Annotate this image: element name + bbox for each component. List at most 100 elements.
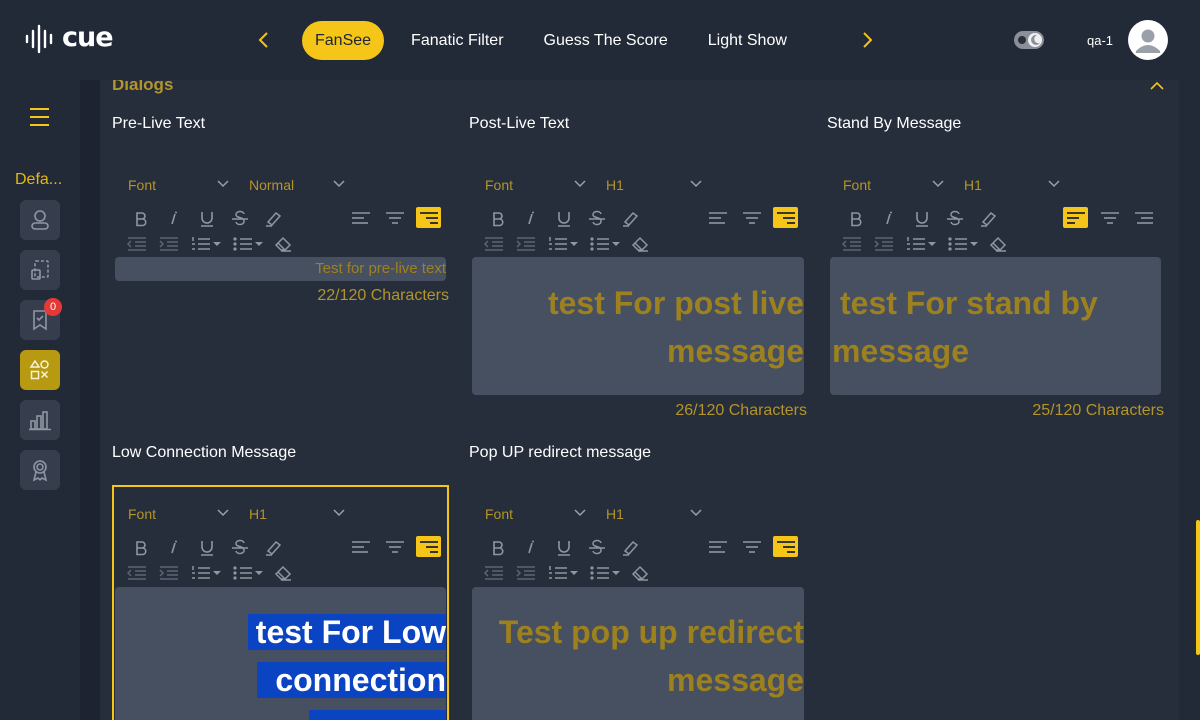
ordered-list-icon[interactable] bbox=[905, 236, 937, 252]
sidebar-item-users[interactable] bbox=[20, 200, 60, 240]
bold-icon[interactable] bbox=[130, 208, 151, 229]
low-connection-text-editor[interactable]: test For Low connection message bbox=[115, 587, 446, 720]
bullet-list-icon[interactable] bbox=[947, 236, 979, 252]
underline-icon[interactable] bbox=[196, 208, 217, 229]
chevron-down-icon[interactable] bbox=[573, 178, 587, 188]
chevron-down-icon[interactable] bbox=[1047, 178, 1061, 188]
highlighter-icon[interactable] bbox=[619, 537, 640, 558]
align-center-icon[interactable] bbox=[382, 207, 407, 228]
tab-fanatic-filter[interactable]: Fanatic Filter bbox=[398, 21, 516, 60]
scrollbar-thumb[interactable] bbox=[1196, 520, 1200, 655]
align-center-icon[interactable] bbox=[739, 536, 764, 557]
font-select[interactable]: Font bbox=[128, 506, 156, 522]
strikethrough-icon[interactable] bbox=[586, 537, 607, 558]
sidebar-item-games[interactable] bbox=[20, 350, 60, 390]
outdent-icon[interactable] bbox=[841, 237, 863, 251]
strikethrough-icon[interactable] bbox=[944, 208, 965, 229]
outdent-icon[interactable] bbox=[483, 566, 505, 580]
align-left-icon[interactable] bbox=[348, 207, 373, 228]
bold-icon[interactable] bbox=[845, 208, 866, 229]
ordered-list-icon[interactable] bbox=[547, 565, 579, 581]
pre-live-text-editor[interactable]: Test for pre-live text bbox=[115, 257, 446, 281]
font-select[interactable]: Font bbox=[128, 177, 156, 193]
default-venue-label[interactable]: Defa... bbox=[15, 171, 62, 189]
bullet-list-icon[interactable] bbox=[589, 565, 621, 581]
align-center-icon[interactable] bbox=[1097, 207, 1122, 228]
align-left-icon[interactable] bbox=[348, 536, 373, 557]
chevron-down-icon[interactable] bbox=[332, 507, 346, 517]
underline-icon[interactable] bbox=[196, 537, 217, 558]
align-right-icon[interactable] bbox=[773, 207, 798, 228]
size-select[interactable]: H1 bbox=[964, 177, 982, 193]
highlighter-icon[interactable] bbox=[619, 208, 640, 229]
bold-icon[interactable] bbox=[487, 537, 508, 558]
strikethrough-icon[interactable] bbox=[229, 208, 250, 229]
align-right-icon[interactable] bbox=[416, 207, 441, 228]
align-right-icon[interactable] bbox=[773, 536, 798, 557]
italic-icon[interactable] bbox=[520, 537, 541, 558]
underline-icon[interactable] bbox=[553, 537, 574, 558]
chevron-left-icon[interactable] bbox=[253, 28, 275, 52]
chevron-right-icon[interactable] bbox=[856, 28, 878, 52]
sidebar-item-notifications[interactable]: 0 bbox=[20, 298, 62, 340]
cue-logo[interactable]: cue bbox=[24, 22, 114, 54]
highlighter-icon[interactable] bbox=[977, 208, 998, 229]
size-select[interactable]: Normal bbox=[249, 177, 294, 193]
strikethrough-icon[interactable] bbox=[229, 537, 250, 558]
ordered-list-icon[interactable] bbox=[190, 565, 222, 581]
align-left-icon[interactable] bbox=[1063, 207, 1088, 228]
italic-icon[interactable] bbox=[878, 208, 899, 229]
indent-icon[interactable] bbox=[158, 237, 180, 251]
align-right-icon[interactable] bbox=[1131, 207, 1156, 228]
sidebar-item-screens[interactable] bbox=[20, 250, 60, 290]
size-select[interactable]: H1 bbox=[606, 177, 624, 193]
outdent-icon[interactable] bbox=[126, 566, 148, 580]
outdent-icon[interactable] bbox=[126, 237, 148, 251]
sidebar-item-analytics[interactable] bbox=[20, 400, 60, 440]
chevron-down-icon[interactable] bbox=[573, 507, 587, 517]
ordered-list-icon[interactable] bbox=[190, 236, 222, 252]
font-select[interactable]: Font bbox=[485, 177, 513, 193]
bullet-list-icon[interactable] bbox=[589, 236, 621, 252]
bullet-list-icon[interactable] bbox=[232, 236, 264, 252]
ordered-list-icon[interactable] bbox=[547, 236, 579, 252]
hamburger-menu-icon[interactable] bbox=[28, 106, 52, 128]
chevron-down-icon[interactable] bbox=[332, 178, 346, 188]
tab-fansee[interactable]: FanSee bbox=[302, 21, 385, 60]
align-center-icon[interactable] bbox=[382, 536, 407, 557]
chevron-down-icon[interactable] bbox=[689, 178, 703, 188]
popup-redirect-text-editor[interactable]: Test pop up redirect message bbox=[472, 587, 804, 720]
indent-icon[interactable] bbox=[515, 566, 537, 580]
user-name[interactable]: qa-1 bbox=[1087, 33, 1113, 48]
bold-icon[interactable] bbox=[130, 537, 151, 558]
tab-guess-the-score[interactable]: Guess The Score bbox=[531, 21, 681, 60]
indent-icon[interactable] bbox=[158, 566, 180, 580]
italic-icon[interactable] bbox=[163, 208, 184, 229]
clear-format-icon[interactable] bbox=[274, 565, 292, 581]
font-select[interactable]: Font bbox=[485, 506, 513, 522]
underline-icon[interactable] bbox=[553, 208, 574, 229]
highlighter-icon[interactable] bbox=[262, 537, 283, 558]
align-left-icon[interactable] bbox=[705, 207, 730, 228]
align-left-icon[interactable] bbox=[705, 536, 730, 557]
clear-format-icon[interactable] bbox=[631, 236, 649, 252]
bold-icon[interactable] bbox=[487, 208, 508, 229]
size-select[interactable]: H1 bbox=[606, 506, 624, 522]
indent-icon[interactable] bbox=[873, 237, 895, 251]
clear-format-icon[interactable] bbox=[631, 565, 649, 581]
clear-format-icon[interactable] bbox=[989, 236, 1007, 252]
sidebar-item-rewards[interactable] bbox=[20, 450, 60, 490]
tab-light-show[interactable]: Light Show bbox=[695, 21, 800, 60]
underline-icon[interactable] bbox=[911, 208, 932, 229]
highlighter-icon[interactable] bbox=[262, 208, 283, 229]
align-right-icon[interactable] bbox=[416, 536, 441, 557]
italic-icon[interactable] bbox=[163, 537, 184, 558]
outdent-icon[interactable] bbox=[483, 237, 505, 251]
chevron-down-icon[interactable] bbox=[689, 507, 703, 517]
size-select[interactable]: H1 bbox=[249, 506, 267, 522]
chevron-down-icon[interactable] bbox=[216, 507, 230, 517]
indent-icon[interactable] bbox=[515, 237, 537, 251]
chevron-down-icon[interactable] bbox=[216, 178, 230, 188]
chevron-up-icon[interactable] bbox=[1148, 80, 1166, 92]
italic-icon[interactable] bbox=[520, 208, 541, 229]
